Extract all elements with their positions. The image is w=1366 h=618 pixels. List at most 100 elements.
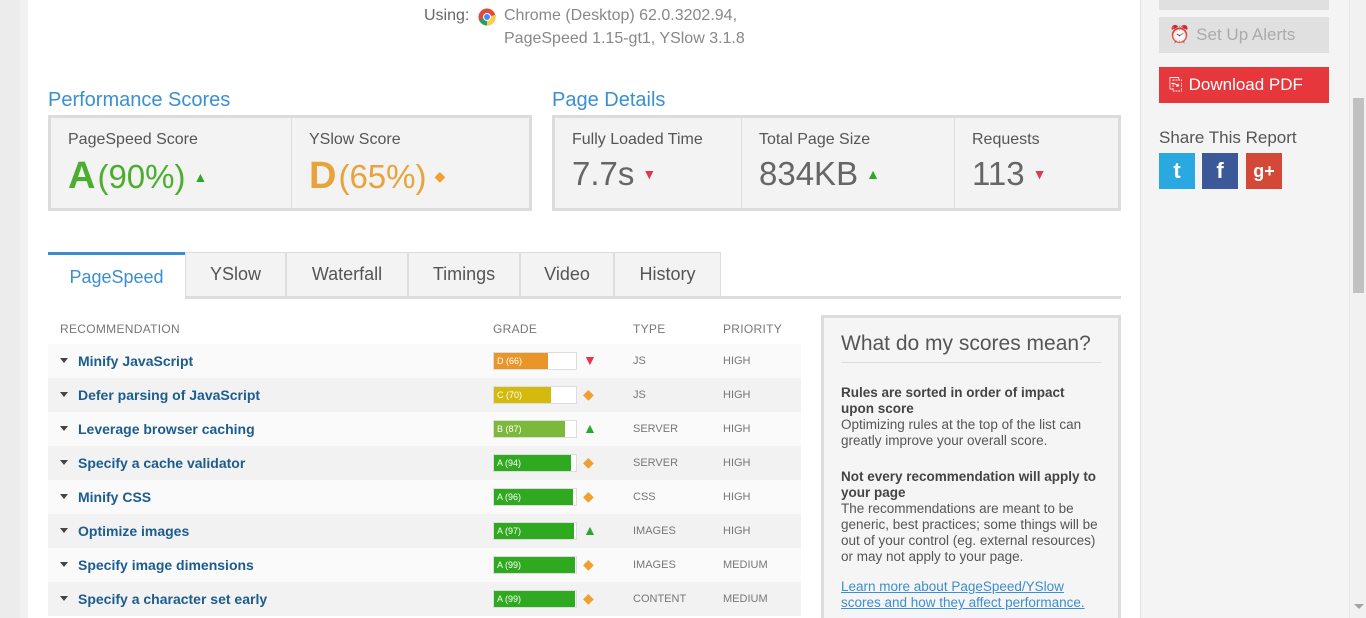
recommendation-type: SERVER: [633, 423, 679, 435]
trend-up-icon: ▲: [193, 168, 208, 185]
requests-value: 113: [972, 155, 1025, 192]
trend-neutral-icon: ◆: [583, 488, 594, 504]
grade-label: A (97): [497, 526, 522, 536]
pagespeed-score: PageSpeed Score A (90%) ▲: [51, 118, 291, 208]
table-row[interactable]: Specify a character set early A (99) ◆ CONT…: [48, 582, 801, 616]
grade-label: A (94): [497, 458, 522, 468]
expand-caret-icon[interactable]: [60, 392, 68, 397]
table-row[interactable]: Specify image dimensions A (99) ◆ IMAGES MED…: [48, 548, 801, 582]
total-page-size: Total Page Size 834KB ▲: [741, 118, 954, 208]
fully-loaded-time: Fully Loaded Time 7.7s ▼: [555, 118, 741, 208]
trend-neutral-icon: ◆: [583, 556, 594, 572]
trend-down-icon: ▼: [642, 166, 657, 182]
trend-neutral-icon: ◆: [434, 168, 446, 184]
pagespeed-grade: A: [68, 155, 96, 197]
trend-up-icon: ▲: [583, 420, 597, 436]
google-plus-icon: g+: [1253, 160, 1275, 181]
tab-waterfall[interactable]: Waterfall: [286, 252, 408, 296]
pagespeed-percent: (90%): [97, 157, 186, 195]
twitter-share-button[interactable]: t: [1159, 153, 1195, 189]
tab-video[interactable]: Video: [520, 252, 614, 296]
recommendation-name[interactable]: Specify a cache validator: [78, 455, 245, 471]
recommendation-name[interactable]: Defer parsing of JavaScript: [78, 387, 260, 403]
facebook-share-button[interactable]: f: [1202, 153, 1238, 189]
yslow-percent: (65%): [338, 157, 427, 195]
download-pdf-button[interactable]: ⎘ Download PDF: [1159, 67, 1329, 103]
recommendation-name[interactable]: Minify CSS: [78, 489, 151, 505]
explanation-title: What do my scores mean?: [841, 332, 1101, 363]
trend-neutral-icon: ◆: [583, 386, 594, 402]
recommendation-name[interactable]: Minify JavaScript: [78, 353, 193, 369]
grade-label: A (99): [497, 560, 522, 570]
tool-versions: PageSpeed 1.15-gt1, YSlow 3.1.8: [504, 30, 745, 47]
table-row[interactable]: Defer parsing of JavaScript C (70) ◆ JS HIGH: [48, 378, 801, 412]
chrome-icon: [478, 8, 496, 26]
performance-scores-title: Performance Scores: [48, 89, 231, 111]
header-type[interactable]: TYPE: [633, 322, 666, 336]
expand-caret-icon[interactable]: [60, 494, 68, 499]
header-priority[interactable]: PRIORITY: [723, 322, 782, 336]
grade-bar: A (97): [493, 522, 577, 540]
page-size-value: 834KB: [759, 155, 859, 192]
recommendation-name[interactable]: Leverage browser caching: [78, 421, 255, 437]
trend-down-icon: ▼: [583, 352, 597, 368]
sidebar-top-button[interactable]: [1159, 0, 1329, 10]
share-report-title: Share This Report: [1159, 128, 1297, 147]
table-row[interactable]: Leverage browser caching B (87) ▲ SERVER HIG…: [48, 412, 801, 446]
explanation-apply-text: The recommendations are meant to be gene…: [841, 501, 1098, 564]
explanation-sorted: Rules are sorted in order of impact upon…: [841, 385, 1101, 449]
download-pdf-label: Download PDF: [1188, 75, 1303, 94]
recommendation-table: RECOMMENDATION GRADE TYPE PRIORITY Minif…: [48, 312, 801, 616]
header-grade[interactable]: GRADE: [493, 322, 537, 336]
table-body: Minify JavaScript D (66) ▼ JS HIGH Defer pars…: [48, 344, 801, 616]
requests-label: Requests: [972, 131, 1040, 148]
grade-label: C (70): [497, 390, 523, 400]
trend-up-icon: ▲: [866, 166, 880, 182]
header-recommendation[interactable]: RECOMMENDATION: [60, 322, 180, 336]
loaded-time-value: 7.7s: [572, 155, 635, 192]
recommendation-priority: HIGH: [723, 525, 751, 537]
expand-caret-icon[interactable]: [60, 460, 68, 465]
grade-bar: A (94): [493, 454, 577, 472]
recommendation-priority: HIGH: [723, 457, 751, 469]
grade-label: D (66): [497, 356, 523, 366]
table-row[interactable]: Minify CSS A (96) ◆ CSS HIGH: [48, 480, 801, 514]
expand-caret-icon[interactable]: [60, 426, 68, 431]
table-row[interactable]: Optimize images A (97) ▲ IMAGES HIGH: [48, 514, 801, 548]
grade-bar: C (70): [493, 386, 577, 404]
recommendation-type: IMAGES: [633, 525, 676, 537]
trend-down-icon: ▼: [1032, 166, 1047, 182]
recommendation-name[interactable]: Specify a character set early: [78, 591, 267, 607]
tab-timings[interactable]: Timings: [408, 252, 520, 296]
recommendation-type: SERVER: [633, 457, 679, 469]
grade-bar: B (87): [493, 420, 577, 438]
recommendation-priority: HIGH: [723, 355, 751, 367]
scroll-down-arrow-icon[interactable]: [1354, 604, 1364, 609]
recommendation-priority: HIGH: [723, 491, 751, 503]
set-up-alerts-button[interactable]: ⏰ Set Up Alerts: [1159, 17, 1329, 53]
learn-more-link[interactable]: Learn more about PageSpeed/YSlow scores …: [841, 579, 1101, 611]
google-plus-share-button[interactable]: g+: [1246, 153, 1282, 189]
trend-neutral-icon: ◆: [583, 454, 594, 470]
table-row[interactable]: Minify JavaScript D (66) ▼ JS HIGH: [48, 344, 801, 378]
recommendation-priority: MEDIUM: [723, 559, 768, 571]
expand-caret-icon[interactable]: [60, 596, 68, 601]
page-size-label: Total Page Size: [759, 131, 871, 148]
table-row[interactable]: Specify a cache validator A (94) ◆ SERVER HI…: [48, 446, 801, 480]
loaded-time-label: Fully Loaded Time: [572, 131, 703, 148]
recommendation-type: CONTENT: [633, 593, 687, 605]
tab-yslow[interactable]: YSlow: [185, 252, 286, 296]
tab-pagespeed[interactable]: PageSpeed: [48, 252, 185, 299]
grade-label: A (96): [497, 492, 522, 502]
tab-history[interactable]: History: [614, 252, 721, 296]
expand-caret-icon[interactable]: [60, 358, 68, 363]
page-scrollbar[interactable]: [1349, 0, 1366, 618]
expand-caret-icon[interactable]: [60, 562, 68, 567]
recommendation-name[interactable]: Specify image dimensions: [78, 557, 254, 573]
recommendation-name[interactable]: Optimize images: [78, 523, 189, 539]
report-tabs: PageSpeed YSlow Waterfall Timings Video …: [48, 252, 1121, 299]
expand-caret-icon[interactable]: [60, 528, 68, 533]
scrollbar-thumb[interactable]: [1353, 98, 1364, 293]
yslow-score-label: YSlow Score: [309, 131, 401, 148]
page-details-panel: Fully Loaded Time 7.7s ▼ Total Page Size…: [552, 115, 1121, 211]
